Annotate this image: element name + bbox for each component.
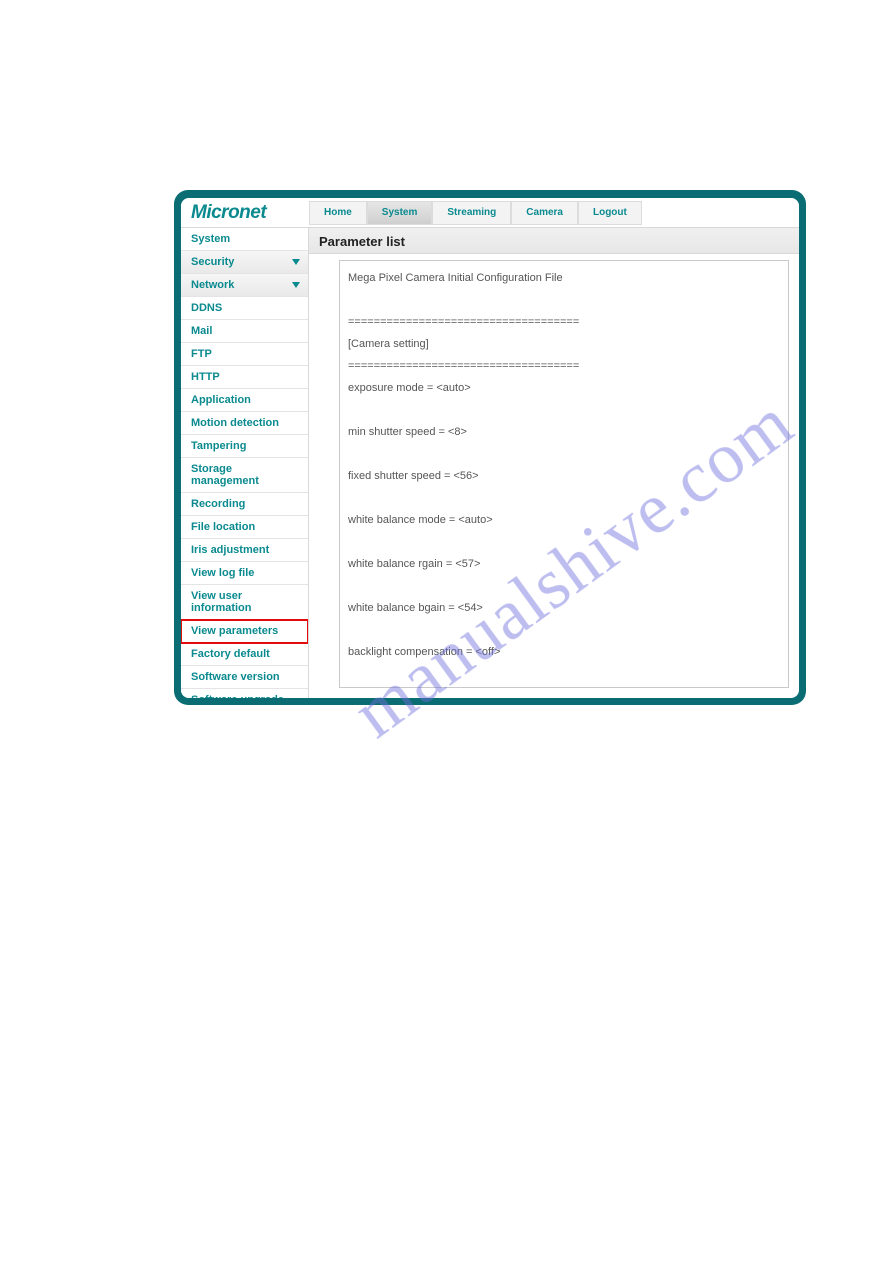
sidebar-item-http[interactable]: HTTP [181,366,308,389]
chevron-down-icon [292,259,300,265]
sidebar-item-mail[interactable]: Mail [181,320,308,343]
sidebar-item-view-user-information[interactable]: View user information [181,585,308,620]
sidebar-item-label: Storage management [191,463,300,487]
document-page: Micronet HomeSystemStreamingCameraLogout… [174,190,806,705]
app-window: Micronet HomeSystemStreamingCameraLogout… [181,198,799,698]
sidebar-item-tampering[interactable]: Tampering [181,435,308,458]
sidebar-item-label: Recording [191,498,245,510]
sidebar-item-ddns[interactable]: DDNS [181,297,308,320]
sidebar-item-label: Application [191,394,251,406]
sidebar-item-label: HTTP [191,371,220,383]
sidebar-item-iris-adjustment[interactable]: Iris adjustment [181,539,308,562]
chevron-down-icon [292,282,300,288]
nav-tab-system[interactable]: System [367,201,433,225]
sidebar-item-storage-management[interactable]: Storage management [181,458,308,493]
sidebar-item-label: Software version [191,671,280,683]
sidebar-item-system[interactable]: System [181,228,308,251]
sidebar-item-label: View parameters [191,625,278,637]
sidebar-item-label: View log file [191,567,254,579]
sidebar-item-label: Tampering [191,440,246,452]
parameter-textbox[interactable] [339,260,789,688]
sidebar-item-ftp[interactable]: FTP [181,343,308,366]
sidebar-item-label: Mail [191,325,212,337]
sidebar-item-label: Motion detection [191,417,279,429]
app-frame: Micronet HomeSystemStreamingCameraLogout… [174,190,806,705]
sidebar-item-label: FTP [191,348,212,360]
sidebar-item-factory-default[interactable]: Factory default [181,643,308,666]
sidebar-item-file-location[interactable]: File location [181,516,308,539]
sidebar-item-label: Iris adjustment [191,544,269,556]
sidebar-item-software-upgrade[interactable]: Software upgrade [181,689,308,698]
nav-tab-streaming[interactable]: Streaming [432,201,511,225]
sidebar-item-software-version[interactable]: Software version [181,666,308,689]
topbar: Micronet HomeSystemStreamingCameraLogout [181,198,799,228]
logo: Micronet [181,202,309,224]
sidebar-item-label: View user information [191,590,300,614]
parameter-textbox-wrap [309,254,799,698]
sidebar-item-recording[interactable]: Recording [181,493,308,516]
sidebar-item-network[interactable]: Network [181,274,308,297]
sidebar-item-label: DDNS [191,302,222,314]
sidebar-item-label: File location [191,521,255,533]
sidebar-item-application[interactable]: Application [181,389,308,412]
body-row: System Security Network DDNS Mail FTP HTTP Appl… [181,228,799,698]
nav-tab-camera[interactable]: Camera [511,201,578,225]
sidebar-item-motion-detection[interactable]: Motion detection [181,412,308,435]
top-nav: HomeSystemStreamingCameraLogout [309,201,642,225]
nav-tab-home[interactable]: Home [309,201,367,225]
sidebar-item-view-parameters[interactable]: View parameters [181,620,308,643]
sidebar-item-label: Factory default [191,648,270,660]
sidebar-item-label: Network [191,279,234,291]
sidebar-item-label: Security [191,256,234,268]
sidebar-item-security[interactable]: Security [181,251,308,274]
sidebar-item-view-log-file[interactable]: View log file [181,562,308,585]
content-pane: Parameter list [309,228,799,698]
nav-tab-logout[interactable]: Logout [578,201,642,225]
sidebar-item-label: System [191,233,230,245]
sidebar-item-label: Software upgrade [191,694,284,698]
content-title: Parameter list [309,228,799,254]
sidebar: System Security Network DDNS Mail FTP HTTP Appl… [181,228,309,698]
